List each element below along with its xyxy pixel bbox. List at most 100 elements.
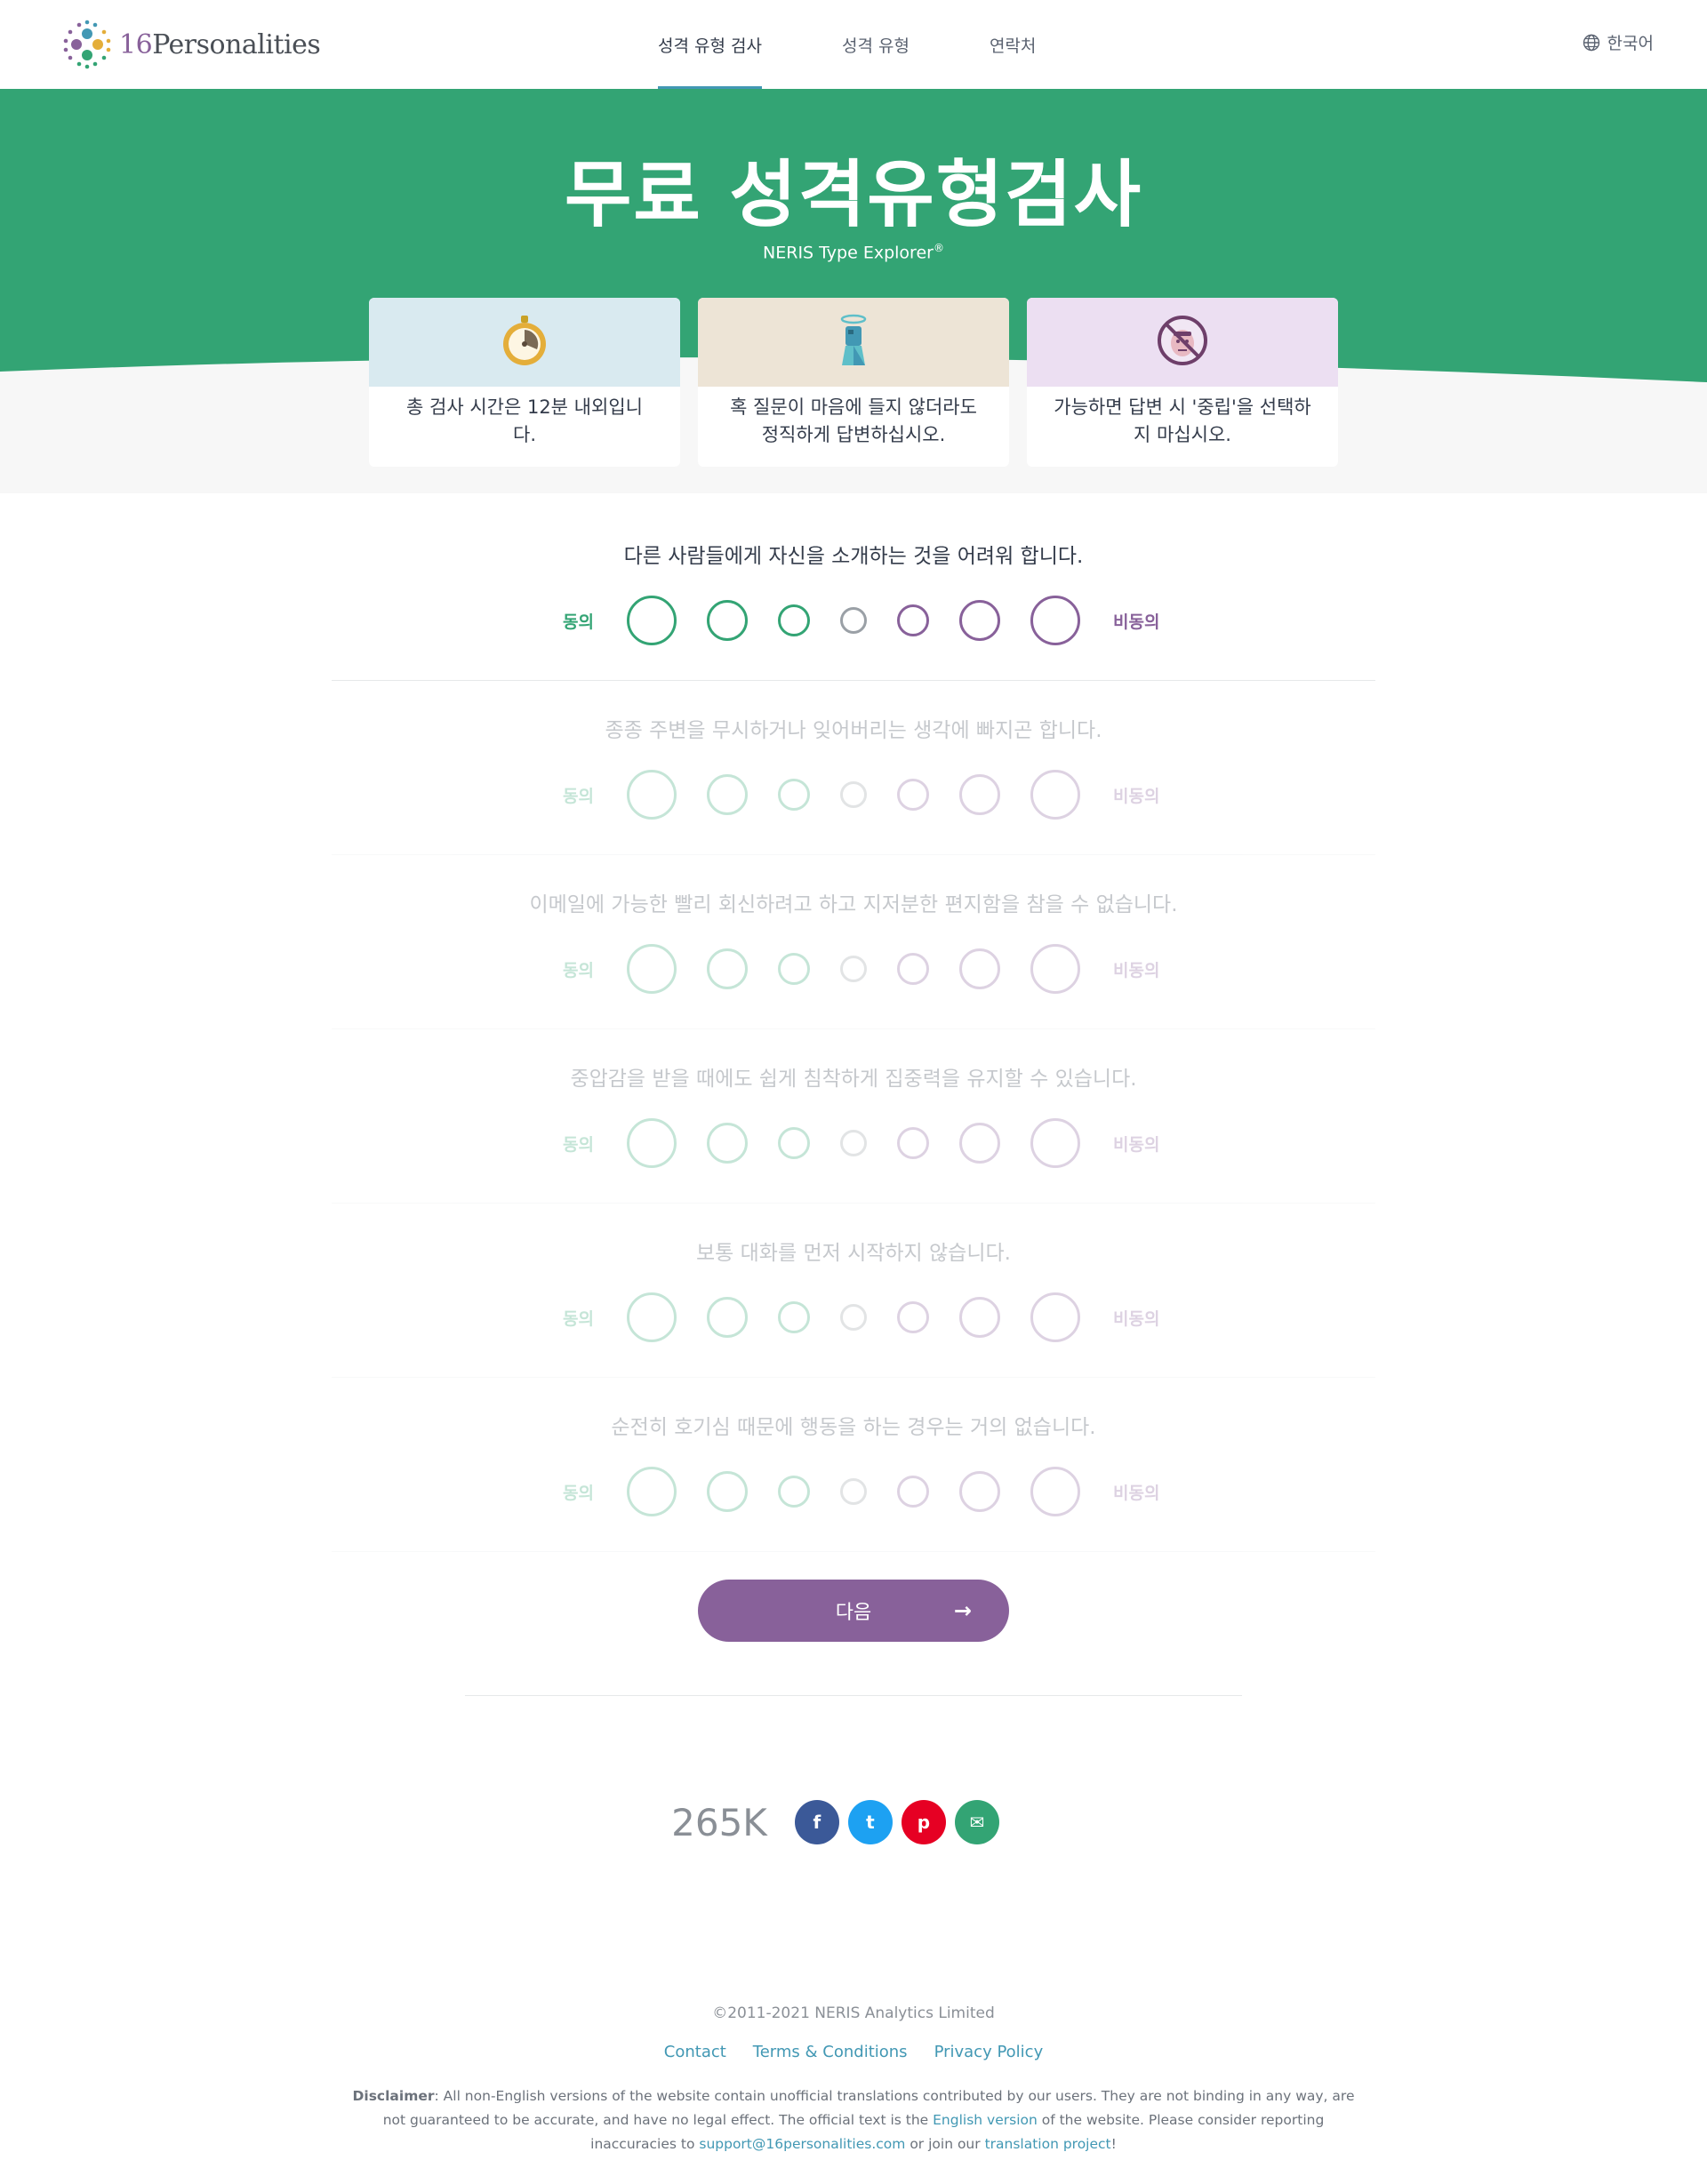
- answer-option-disagree[interactable]: [959, 1297, 1000, 1338]
- disagree-label: 비동의: [1113, 1308, 1160, 1329]
- arrow-right-icon: →: [953, 1598, 972, 1623]
- answer-option-neutral[interactable]: [840, 1304, 867, 1331]
- answer-option-strongly-agree[interactable]: [627, 1292, 677, 1342]
- main-nav: 성격 유형 검사 성격 유형 연락처: [658, 0, 1116, 89]
- answer-option-agree[interactable]: [707, 1297, 748, 1338]
- nav-item-contact[interactable]: 연락처: [990, 0, 1036, 89]
- answer-option-strongly-disagree[interactable]: [1030, 1118, 1080, 1168]
- tip-card-honesty: 혹 질문이 마음에 들지 않더라도 정직하게 답변하십시오.: [698, 298, 1009, 467]
- answer-option-disagree[interactable]: [959, 1123, 1000, 1164]
- question-text: 순전히 호기심 때문에 행동을 하는 경우는 거의 없습니다.: [611, 1416, 1096, 1439]
- answer-option-disagree[interactable]: [959, 774, 1000, 815]
- question-text: 다른 사람들에게 자신을 소개하는 것을 어려워 합니다.: [623, 545, 1084, 568]
- answer-option-slightly-agree[interactable]: [778, 953, 810, 985]
- logo[interactable]: 16Personalities: [62, 18, 321, 71]
- envelope-icon: ✉: [969, 1812, 985, 1833]
- disagree-label: 비동의: [1113, 1134, 1160, 1155]
- answer-option-slightly-disagree[interactable]: [897, 779, 929, 811]
- answer-scale: 동의 비동의: [332, 1467, 1375, 1516]
- registered-mark: ®: [933, 242, 944, 254]
- answer-option-agree[interactable]: [707, 1123, 748, 1164]
- nav-item-personality-types[interactable]: 성격 유형: [842, 0, 910, 89]
- footer-copyright: ©2011-2021 NERIS Analytics Limited: [712, 2004, 995, 2022]
- answer-option-strongly-agree[interactable]: [627, 770, 677, 820]
- language-selector[interactable]: 한국어: [1583, 30, 1654, 54]
- facebook-share-button[interactable]: f: [794, 1800, 839, 1844]
- agree-label: 동의: [563, 786, 594, 806]
- pinterest-share-button[interactable]: p: [901, 1800, 946, 1844]
- answer-option-slightly-disagree[interactable]: [897, 1127, 929, 1159]
- answer-option-slightly-agree[interactable]: [778, 604, 810, 636]
- footer-link-terms[interactable]: Terms & Conditions: [753, 2043, 908, 2061]
- tip-text: 총 검사 시간은 12분 내외입니다.: [406, 396, 643, 445]
- answer-option-strongly-disagree[interactable]: [1030, 770, 1080, 820]
- language-label: 한국어: [1607, 34, 1654, 53]
- page-subtitle: NERIS Type Explorer®: [763, 242, 944, 263]
- answer-option-neutral[interactable]: [840, 1478, 867, 1505]
- next-button[interactable]: 다음 →: [698, 1580, 1009, 1642]
- footer-disclaimer: Disclaimer: All non-English versions of …: [352, 2088, 1355, 2152]
- answer-option-strongly-disagree[interactable]: [1030, 1467, 1080, 1516]
- answer-option-agree[interactable]: [707, 948, 748, 989]
- hero-section: 무료 성격유형검사 NERIS Type Explorer® 총 검사 시간은 …: [0, 89, 1707, 493]
- question-text: 보통 대화를 먼저 시작하지 않습니다.: [696, 1242, 1011, 1265]
- site-header: 16Personalities 성격 유형 검사 성격 유형 연락처 한국어: [0, 0, 1707, 89]
- agree-label: 동의: [563, 1483, 594, 1503]
- answer-option-slightly-disagree[interactable]: [897, 953, 929, 985]
- answer-option-strongly-disagree[interactable]: [1030, 944, 1080, 994]
- answer-option-strongly-agree[interactable]: [627, 1118, 677, 1168]
- answer-option-neutral[interactable]: [840, 956, 867, 982]
- email-share-button[interactable]: ✉: [954, 1800, 999, 1844]
- answer-scale: 동의 비동의: [332, 770, 1375, 820]
- answer-option-disagree[interactable]: [959, 948, 1000, 989]
- answer-option-agree[interactable]: [707, 600, 748, 641]
- answer-option-slightly-disagree[interactable]: [897, 604, 929, 636]
- footer-link-privacy[interactable]: Privacy Policy: [934, 2043, 1044, 2061]
- answer-option-strongly-disagree[interactable]: [1030, 596, 1080, 645]
- translation-project-link[interactable]: translation project: [985, 2136, 1111, 2152]
- stopwatch-icon: [503, 316, 546, 365]
- answer-option-strongly-agree[interactable]: [627, 1467, 677, 1516]
- answer-option-slightly-disagree[interactable]: [897, 1301, 929, 1333]
- answer-option-disagree[interactable]: [959, 600, 1000, 641]
- answer-option-slightly-agree[interactable]: [778, 1301, 810, 1333]
- answer-option-slightly-agree[interactable]: [778, 779, 810, 811]
- answer-option-neutral[interactable]: [840, 1130, 867, 1156]
- pinterest-icon: p: [917, 1812, 931, 1833]
- answer-scale: 동의 비동의: [332, 944, 1375, 994]
- answer-option-slightly-agree[interactable]: [778, 1127, 810, 1159]
- question-list: 다른 사람들에게 자신을 소개하는 것을 어려워 합니다. 동의 비동의 종종 …: [332, 507, 1375, 1552]
- question-item: 보통 대화를 먼저 시작하지 않습니다. 동의 비동의: [332, 1204, 1375, 1378]
- question-item: 순전히 호기심 때문에 행동을 하는 경우는 거의 없습니다. 동의 비동의: [332, 1378, 1375, 1552]
- no-neutral-face-icon: [1158, 316, 1207, 365]
- footer-link-contact[interactable]: Contact: [664, 2043, 726, 2061]
- english-version-link[interactable]: English version: [933, 2112, 1038, 2128]
- agree-label: 동의: [563, 960, 594, 980]
- twitter-share-button[interactable]: t: [847, 1800, 893, 1844]
- disagree-label: 비동의: [1113, 612, 1160, 632]
- answer-option-strongly-agree[interactable]: [627, 944, 677, 994]
- answer-option-strongly-disagree[interactable]: [1030, 1292, 1080, 1342]
- question-text: 종종 주변을 무시하거나 잊어버리는 생각에 빠지곤 합니다.: [605, 719, 1102, 742]
- answer-option-slightly-agree[interactable]: [778, 1476, 810, 1508]
- tip-text: 가능하면 답변 시 '중립'을 선택하지 마십시오.: [1054, 396, 1311, 445]
- answer-option-neutral[interactable]: [840, 781, 867, 808]
- page-title: 무료 성격유형검사: [564, 153, 1143, 237]
- answer-option-neutral[interactable]: [840, 607, 867, 634]
- disagree-label: 비동의: [1113, 786, 1160, 806]
- answer-option-agree[interactable]: [707, 1471, 748, 1512]
- answer-option-agree[interactable]: [707, 774, 748, 815]
- answer-option-disagree[interactable]: [959, 1471, 1000, 1512]
- tip-text: 혹 질문이 마음에 들지 않더라도 정직하게 답변하십시오.: [730, 396, 977, 445]
- answer-option-strongly-agree[interactable]: [627, 596, 677, 645]
- answer-option-slightly-disagree[interactable]: [897, 1476, 929, 1508]
- agree-label: 동의: [563, 1308, 594, 1329]
- answer-scale: 동의 비동의: [332, 1118, 1375, 1168]
- support-email-link[interactable]: support@16personalities.com: [699, 2136, 905, 2152]
- agree-label: 동의: [563, 612, 594, 632]
- divider: [465, 1695, 1242, 1696]
- nav-item-personality-test[interactable]: 성격 유형 검사: [658, 0, 762, 89]
- share-bar: 265K f t p ✉: [0, 1796, 1707, 1849]
- disagree-label: 비동의: [1113, 960, 1160, 980]
- question-item: 중압감을 받을 때에도 쉽게 침착하게 집중력을 유지할 수 있습니다. 동의 …: [332, 1029, 1375, 1204]
